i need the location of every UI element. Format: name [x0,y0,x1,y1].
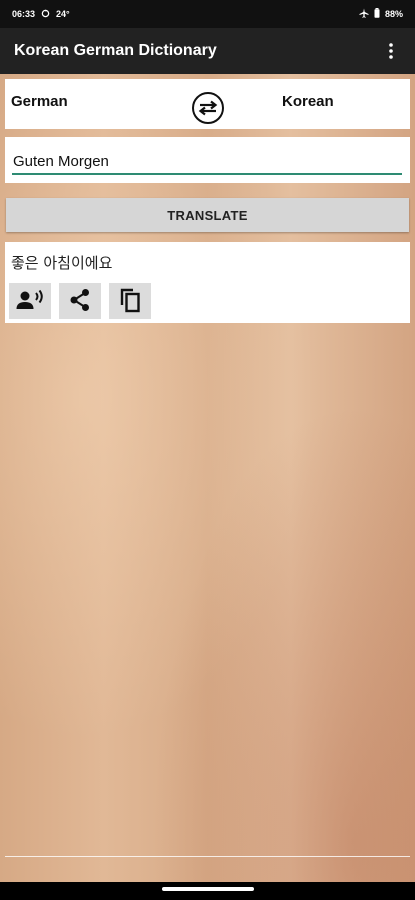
status-right: 88% [359,8,403,20]
speak-button[interactable] [9,283,51,319]
more-vert-icon[interactable] [381,43,401,59]
status-temperature: 24° [56,9,70,19]
translate-button[interactable]: TRANSLATE [6,198,409,232]
app-title: Korean German Dictionary [14,42,217,59]
navigation-bar [0,882,415,900]
airplane-icon [359,8,369,20]
target-language[interactable]: Korean [282,93,334,110]
status-battery: 88% [384,9,403,19]
home-indicator[interactable] [162,887,254,891]
swap-icon[interactable] [192,92,224,124]
status-time: 06:33 [12,9,36,19]
copy-icon [119,287,141,316]
copy-button[interactable] [109,283,151,319]
status-bar: 06:33 24° 88% [0,0,415,28]
result-card: 좋은 아침이에요 [5,242,410,323]
battery-icon [374,8,380,20]
input-card [5,137,410,183]
app-bar: Korean German Dictionary [0,28,415,74]
sync-icon [41,8,50,20]
content-area: German Korean TRANSLATE 좋은 아침이에요 [0,74,415,882]
source-language[interactable]: German [11,93,68,110]
share-button[interactable] [59,283,101,319]
share-icon [69,288,91,315]
source-text-input[interactable] [12,149,402,175]
ad-divider [5,856,410,857]
translation-result: 좋은 아침이에요 [11,254,113,272]
status-left: 06:33 24° [12,8,70,20]
speaker-icon [15,289,45,314]
language-card: German Korean [5,79,410,129]
